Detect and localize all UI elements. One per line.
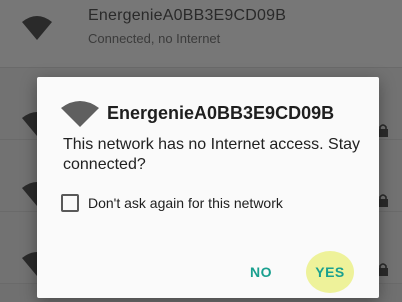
- network-name: EnergenieA0BB3E9CD09B: [88, 7, 287, 24]
- dialog-title: EnergenieA0BB3E9CD09B: [107, 103, 335, 123]
- no-button[interactable]: NO: [239, 254, 283, 290]
- wifi-icon: [61, 101, 99, 127]
- checkbox-label: Don't ask again for this network: [88, 195, 283, 211]
- wifi-icon: [22, 16, 52, 40]
- network-status: Connected, no Internet: [88, 31, 221, 46]
- wifi-settings-screen: EnergenieA0BB3E9CD09B Connected, no Inte…: [0, 0, 402, 302]
- dialog-message: This network has no Internet access. Sta…: [63, 136, 361, 173]
- lock-icon: [378, 124, 388, 137]
- dont-ask-again-checkbox[interactable]: [61, 194, 79, 212]
- lock-icon: [378, 263, 388, 276]
- list-item-connected-network[interactable]: EnergenieA0BB3E9CD09B Connected, no Inte…: [0, 0, 402, 68]
- lock-icon: [378, 194, 388, 207]
- yes-button[interactable]: YES: [306, 251, 354, 293]
- no-internet-dialog: EnergenieA0BB3E9CD09B This network has n…: [37, 77, 379, 298]
